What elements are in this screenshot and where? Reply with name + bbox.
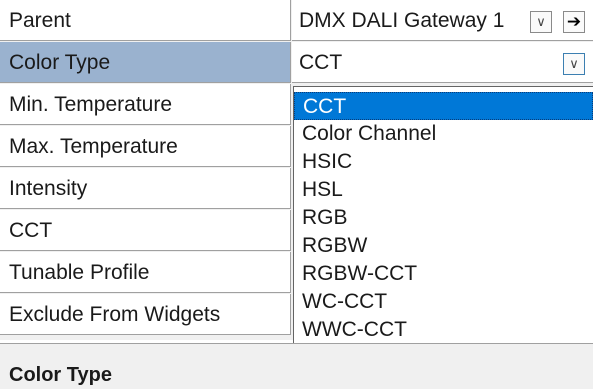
- dropdown-option-hsl[interactable]: HSL: [294, 176, 593, 204]
- description-title: Color Type: [9, 364, 112, 386]
- property-name: Exclude From Widgets: [0, 294, 291, 335]
- parent-value: DMX DALI Gateway 1: [299, 9, 505, 32]
- parent-dropdown-button[interactable]: ∨: [530, 11, 552, 33]
- chevron-down-icon: ∨: [569, 56, 579, 71]
- dropdown-option-wc-cct[interactable]: WC-CCT: [294, 288, 593, 316]
- color-type-dropdown-list[interactable]: CCT Color Channel HSIC HSL RGB RGBW RGBW…: [293, 86, 593, 380]
- dropdown-option-hsic[interactable]: HSIC: [294, 148, 593, 176]
- dropdown-option-rgb[interactable]: RGB: [294, 204, 593, 232]
- description-panel: Color Type: [0, 343, 593, 389]
- property-name: Intensity: [0, 168, 291, 209]
- property-row-color-type[interactable]: Color Type CCT ∨: [0, 42, 593, 83]
- dropdown-option-wwc-cct[interactable]: WWC-CCT: [294, 316, 593, 344]
- dropdown-option-rgbw-cct[interactable]: RGBW-CCT: [294, 260, 593, 288]
- dropdown-option-color-channel[interactable]: Color Channel: [294, 120, 593, 148]
- color-type-combobox[interactable]: CCT: [292, 42, 593, 83]
- dropdown-option-cct[interactable]: CCT: [294, 92, 593, 120]
- property-name: Min. Temperature: [0, 84, 291, 125]
- arrow-right-icon: ➔: [566, 12, 582, 31]
- property-name: Color Type: [0, 42, 291, 83]
- parent-navigate-button[interactable]: ➔: [563, 11, 585, 33]
- color-type-value: CCT: [299, 51, 343, 74]
- chevron-down-icon: ∨: [536, 14, 546, 29]
- dropdown-option-rgbw[interactable]: RGBW: [294, 232, 593, 260]
- property-name: Max. Temperature: [0, 126, 291, 167]
- property-name: CCT: [0, 210, 291, 251]
- property-name: Tunable Profile: [0, 252, 291, 293]
- property-name: Parent: [0, 0, 291, 41]
- color-type-dropdown-button[interactable]: ∨: [563, 53, 585, 75]
- property-row-parent[interactable]: Parent DMX DALI Gateway 1 ∨ ➔: [0, 0, 593, 41]
